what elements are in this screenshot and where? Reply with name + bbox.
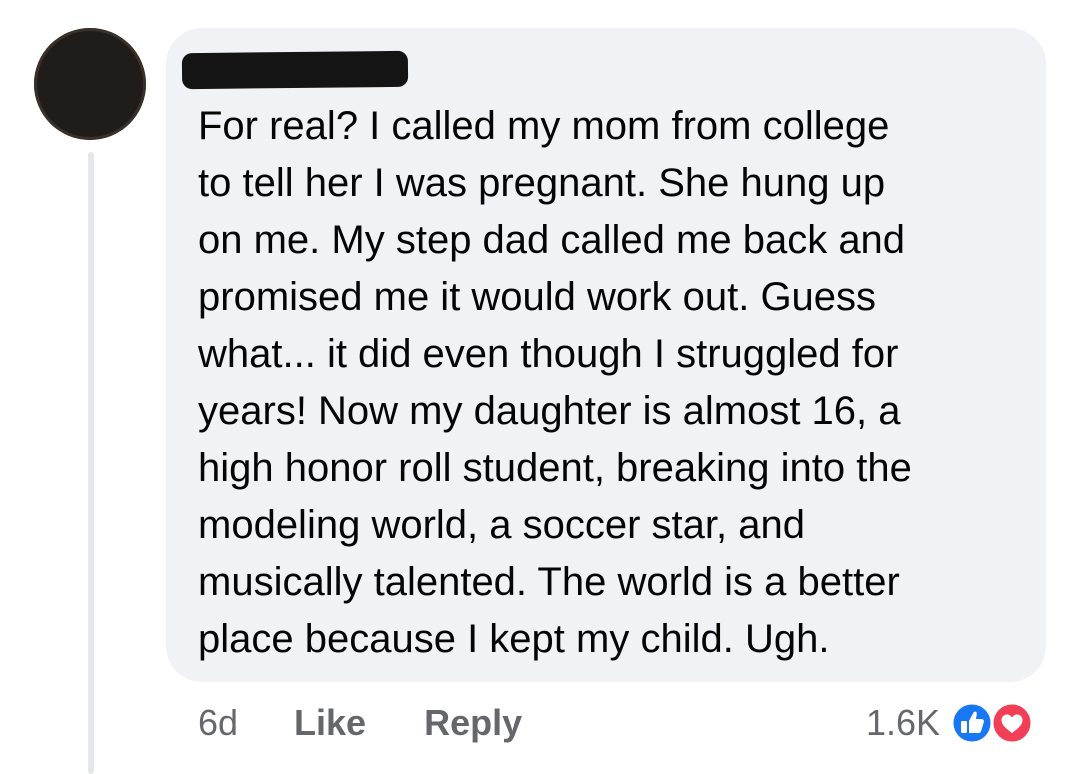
reaction-count: 1.6K xyxy=(866,702,941,743)
reply-thread-line xyxy=(88,152,94,774)
comment-text: For real? I called my mom from college t… xyxy=(198,104,912,661)
reaction-icons xyxy=(950,700,1038,746)
reply-button[interactable]: Reply xyxy=(424,702,522,744)
author-name-redacted[interactable] xyxy=(181,50,409,90)
comment-timestamp[interactable]: 6d xyxy=(198,702,238,744)
reactions-summary[interactable]: 1.6K xyxy=(866,700,1038,746)
comment-actions: 6d Like Reply xyxy=(198,700,522,746)
avatar[interactable] xyxy=(34,28,146,140)
like-button[interactable]: Like xyxy=(294,702,366,744)
love-icon xyxy=(990,701,1034,745)
like-icon xyxy=(950,701,994,745)
